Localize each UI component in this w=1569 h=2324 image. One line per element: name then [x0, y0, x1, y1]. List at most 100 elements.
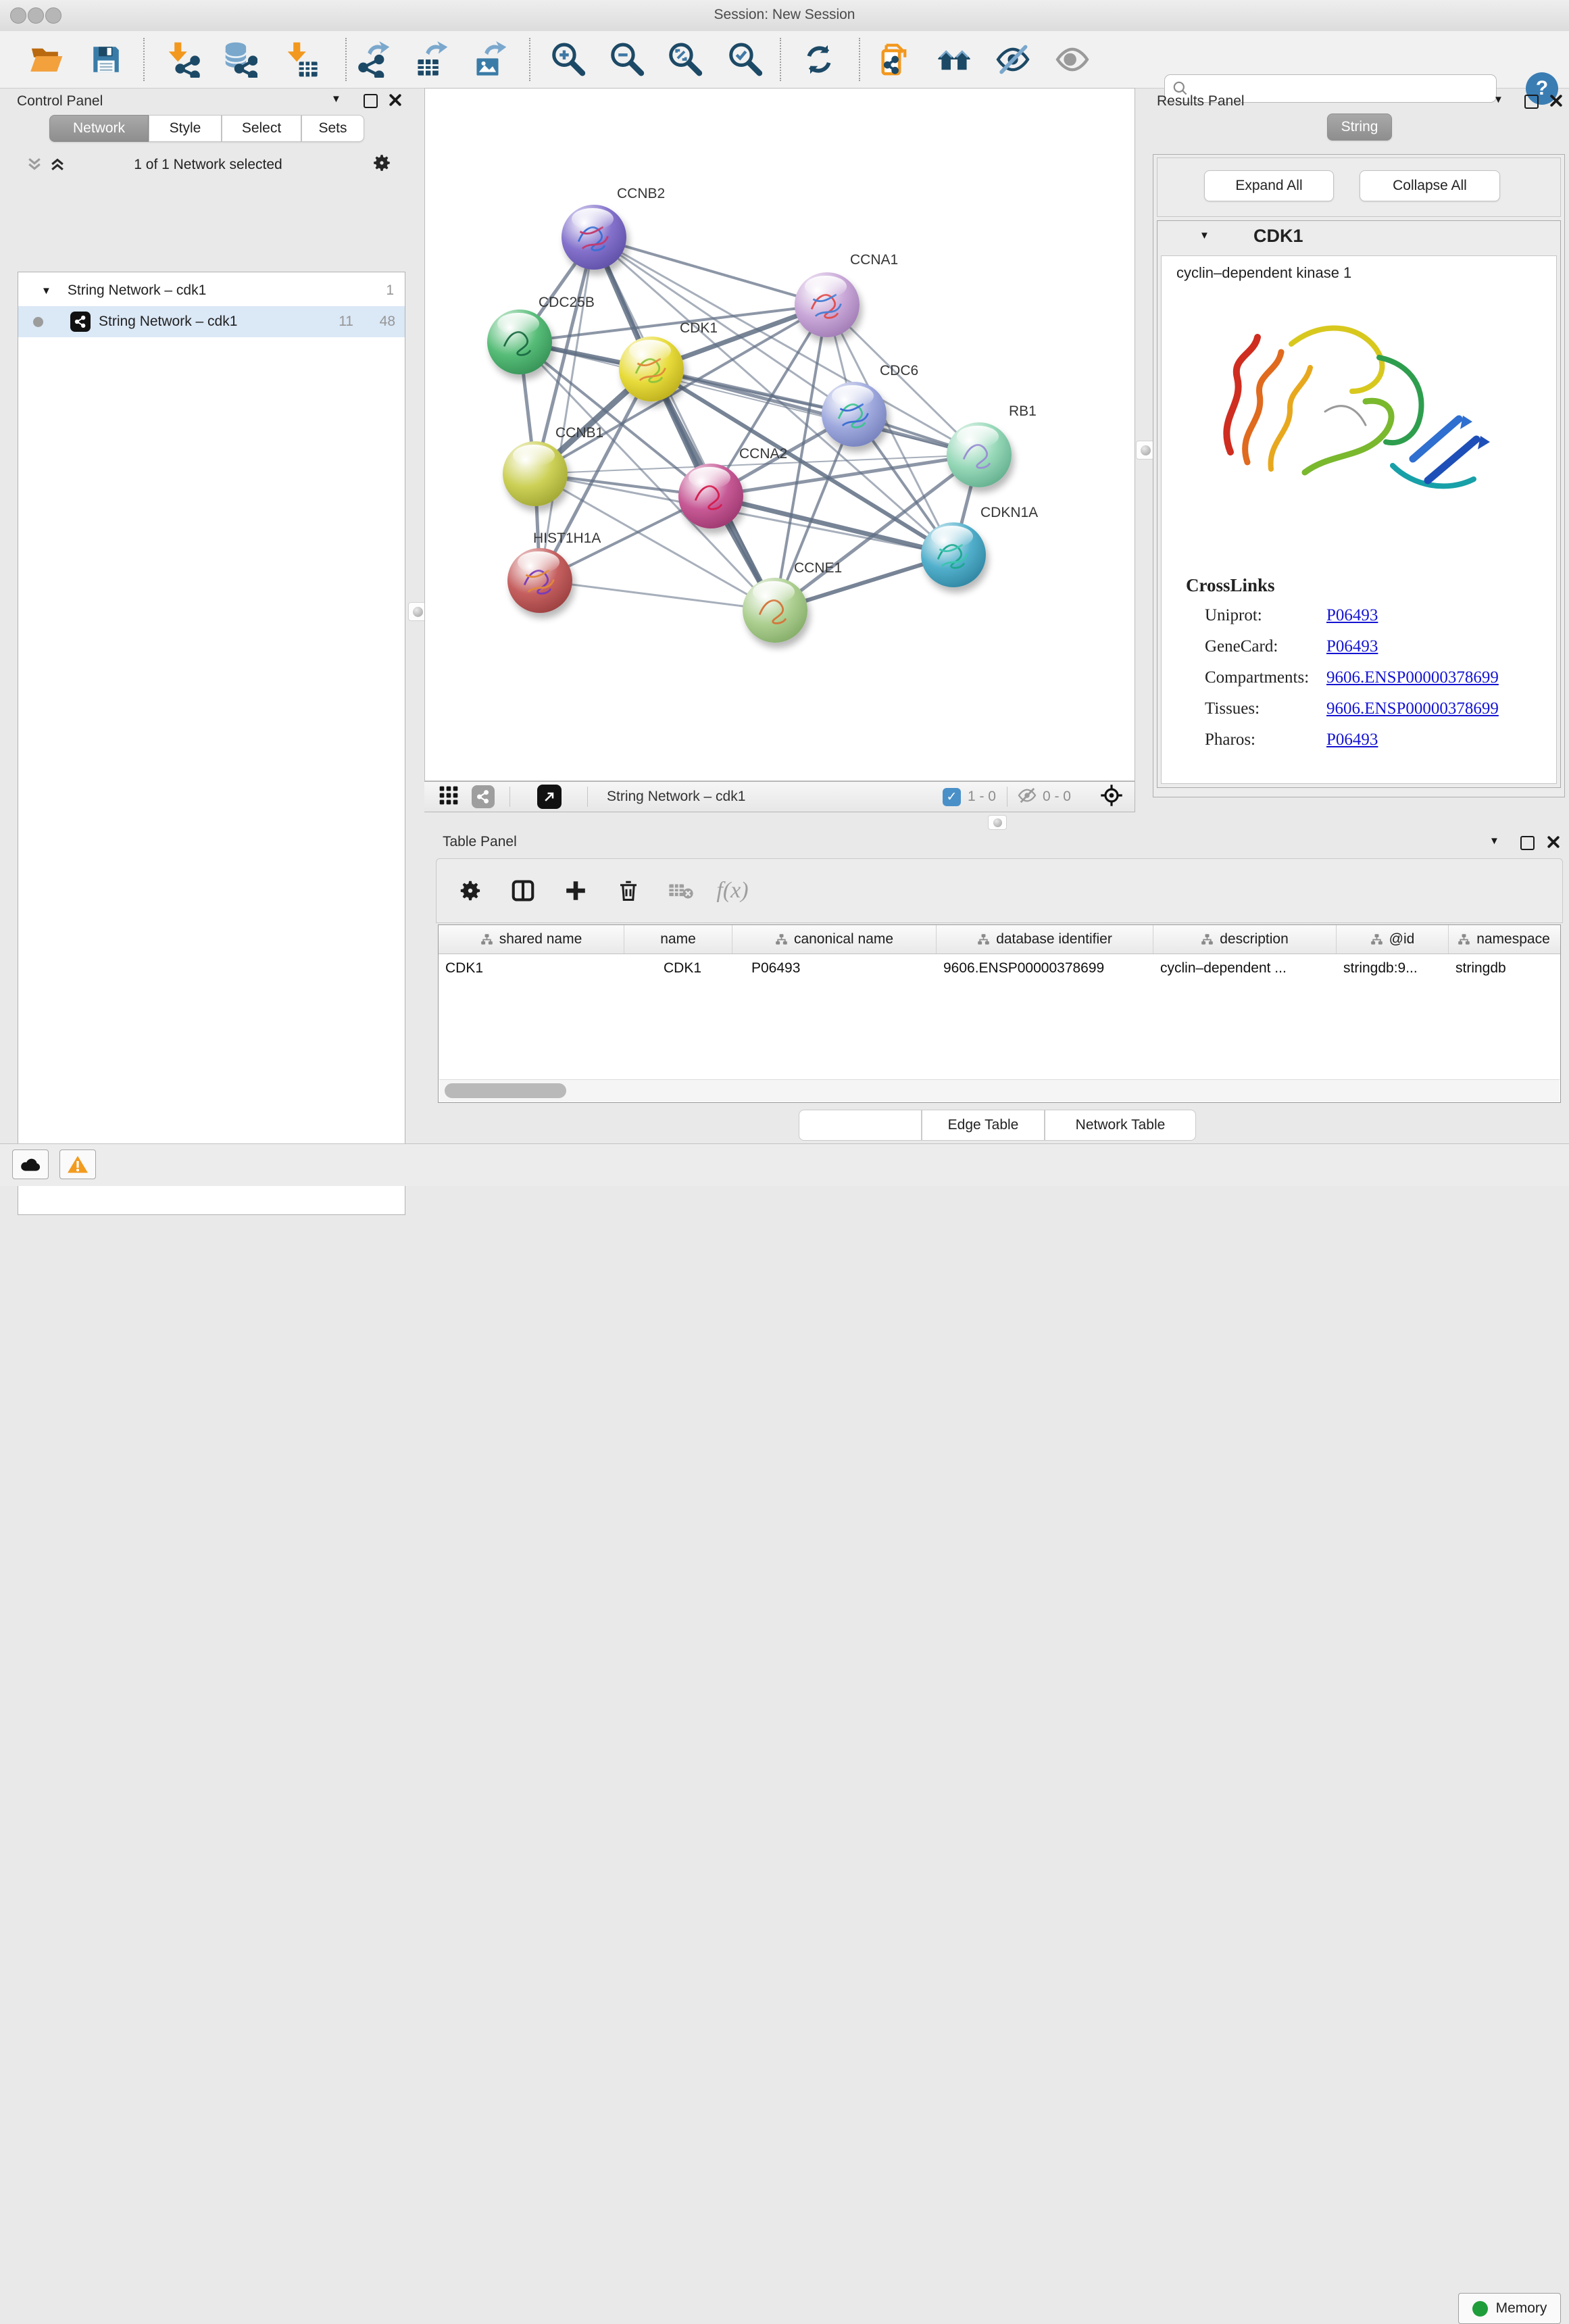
delete-column-trash-icon[interactable] — [607, 869, 650, 912]
graph-node-HIST1H1A[interactable] — [507, 548, 572, 613]
toolbar-separator — [780, 38, 781, 81]
column-header-canonical-name[interactable]: canonical name — [732, 925, 937, 954]
graph-node-CDC25B[interactable] — [487, 310, 552, 374]
clone-network-icon[interactable] — [874, 40, 914, 79]
tab-style[interactable]: Style — [149, 115, 222, 142]
column-header-name[interactable]: name — [624, 925, 732, 954]
graph-node-label-HIST1H1A: HIST1H1A — [533, 530, 601, 547]
save-session-icon[interactable] — [86, 40, 126, 79]
column-header-shared-name[interactable]: shared name — [439, 925, 624, 954]
tab-string[interactable]: String — [1327, 114, 1392, 141]
graph-node-CDKN1A[interactable] — [921, 522, 986, 587]
control-panel-close-icon[interactable] — [389, 94, 401, 106]
tree-expand-icon[interactable]: ▼ — [41, 285, 51, 297]
crosslink-value-link[interactable]: P06493 — [1326, 637, 1378, 656]
table-settings-gear-icon[interactable] — [449, 869, 492, 912]
tab-edge-table[interactable]: Edge Table — [922, 1110, 1045, 1141]
graph-node-CDC6[interactable] — [822, 382, 887, 447]
tab-sets[interactable]: Sets — [301, 115, 364, 142]
selected-counts: 1 - 0 — [968, 789, 996, 805]
network-row-selected[interactable]: String Network – cdk1 11 48 — [18, 306, 405, 337]
hide-selected-eye-icon[interactable] — [993, 40, 1032, 79]
cell-namespace[interactable]: stringdb — [1449, 954, 1559, 983]
results-panel-close-icon[interactable] — [1550, 95, 1562, 107]
center-view-crosshair-icon[interactable] — [1099, 783, 1124, 811]
crosslink-value-link[interactable]: P06493 — [1326, 606, 1378, 625]
show-all-eye-icon[interactable] — [1053, 40, 1092, 79]
network-collection-row[interactable]: ▼ String Network – cdk1 1 — [18, 275, 405, 306]
string-home-icon[interactable] — [935, 40, 974, 79]
network-canvas[interactable]: CCNB2CCNA1CDC25BCDK1CDC6RB1CCNB1CCNA2CDK… — [424, 88, 1135, 781]
refresh-layout-icon[interactable] — [799, 40, 839, 79]
cell-database-identifier[interactable]: 9606.ENSP00000378699 — [937, 954, 1153, 983]
table-panel-collapse-icon[interactable]: ▼ — [1489, 835, 1499, 847]
scrollbar-thumb[interactable] — [445, 1083, 566, 1098]
cell-canonical-name[interactable]: P06493 — [732, 954, 937, 983]
entry-collapse-icon[interactable]: ▼ — [1199, 230, 1210, 241]
control-panel-float-icon[interactable] — [364, 94, 378, 108]
table-panel-close-icon[interactable] — [1547, 836, 1560, 848]
selected-checkbox-icon[interactable]: ✓ — [943, 788, 961, 806]
expand-all-button[interactable]: Expand All — [1204, 170, 1334, 201]
graph-node-CCNB1[interactable] — [503, 441, 568, 506]
column-header-namespace[interactable]: namespace — [1449, 925, 1559, 954]
crosslink-value-link[interactable]: 9606.ENSP00000378699 — [1326, 668, 1499, 687]
birds-eye-view-icon[interactable] — [438, 785, 459, 810]
graph-node-CCNA2[interactable] — [678, 464, 743, 528]
table-row[interactable]: CDK1 CDK1 P06493 9606.ENSP00000378699 cy… — [439, 954, 1560, 983]
graph-node-CCNB2[interactable] — [562, 205, 626, 270]
add-column-icon[interactable] — [554, 869, 597, 912]
graph-node-label-CDK1: CDK1 — [680, 320, 718, 337]
network-options-gear-icon[interactable] — [372, 153, 392, 173]
graph-node-CDK1[interactable] — [619, 337, 684, 401]
export-table-icon[interactable] — [411, 40, 450, 79]
tab-network-table[interactable]: Network Table — [1045, 1110, 1196, 1141]
graph-edge-CCNB2-CCNA1[interactable] — [594, 237, 827, 305]
collapse-all-button[interactable]: Collapse All — [1360, 170, 1500, 201]
cloud-status-button[interactable] — [12, 1149, 49, 1179]
column-header-description[interactable]: description — [1153, 925, 1337, 954]
right-panel-splitter-handle[interactable] — [1136, 441, 1155, 460]
graph-node-CCNA1[interactable] — [795, 272, 860, 337]
column-header-database-identifier[interactable]: database identifier — [937, 925, 1153, 954]
zoom-selected-icon[interactable] — [725, 40, 764, 79]
results-panel-collapse-icon[interactable]: ▼ — [1493, 94, 1503, 105]
import-network-database-icon[interactable] — [220, 40, 259, 79]
column-header-id[interactable]: @id — [1337, 925, 1449, 954]
tab-network[interactable]: Network — [49, 115, 149, 142]
results-panel-float-icon[interactable] — [1524, 95, 1539, 109]
table-panel-splitter-handle[interactable] — [988, 815, 1007, 830]
function-builder-icon[interactable]: f(x) — [711, 869, 754, 912]
tab-node-table[interactable]: Node Table — [799, 1110, 922, 1141]
detach-view-icon[interactable] — [537, 785, 562, 809]
crosslink-value-link[interactable]: 9606.ENSP00000378699 — [1326, 699, 1499, 718]
delete-table-icon[interactable] — [659, 869, 703, 912]
crosslink-value-link[interactable]: P06493 — [1326, 731, 1378, 749]
graph-edge-CDC25B-CDC6[interactable] — [520, 342, 854, 414]
cell-name[interactable]: CDK1 — [624, 954, 732, 983]
zoom-in-icon[interactable] — [548, 40, 587, 79]
tab-select[interactable]: Select — [222, 115, 301, 142]
graph-edge-CCNE1-HIST1H1A[interactable] — [540, 580, 775, 610]
select-columns-icon[interactable] — [501, 869, 545, 912]
zoom-fit-icon[interactable] — [665, 40, 704, 79]
table-panel-float-icon[interactable] — [1520, 836, 1535, 850]
network-overview-icon[interactable] — [472, 785, 495, 808]
graph-node-CCNE1[interactable] — [743, 578, 807, 643]
control-panel-collapse-icon[interactable]: ▼ — [331, 93, 341, 105]
network-edges-layer — [425, 89, 1135, 781]
open-session-icon[interactable] — [26, 40, 66, 79]
cell-id[interactable]: stringdb:9... — [1337, 954, 1449, 983]
memory-button[interactable]: Memory — [1458, 2293, 1561, 2324]
control-panel: Control Panel ▼ Network Style Select Set… — [5, 88, 411, 1138]
export-image-icon[interactable] — [470, 40, 509, 79]
table-horizontal-scrollbar[interactable] — [439, 1079, 1560, 1102]
export-network-icon[interactable] — [353, 40, 392, 79]
cell-description[interactable]: cyclin–dependent ... — [1153, 954, 1337, 983]
zoom-out-icon[interactable] — [607, 40, 646, 79]
cell-shared-name[interactable]: CDK1 — [439, 954, 624, 983]
graph-node-RB1[interactable] — [947, 422, 1012, 487]
import-table-icon[interactable] — [282, 40, 321, 79]
import-network-file-icon[interactable] — [163, 40, 202, 79]
warnings-button[interactable] — [59, 1149, 96, 1179]
